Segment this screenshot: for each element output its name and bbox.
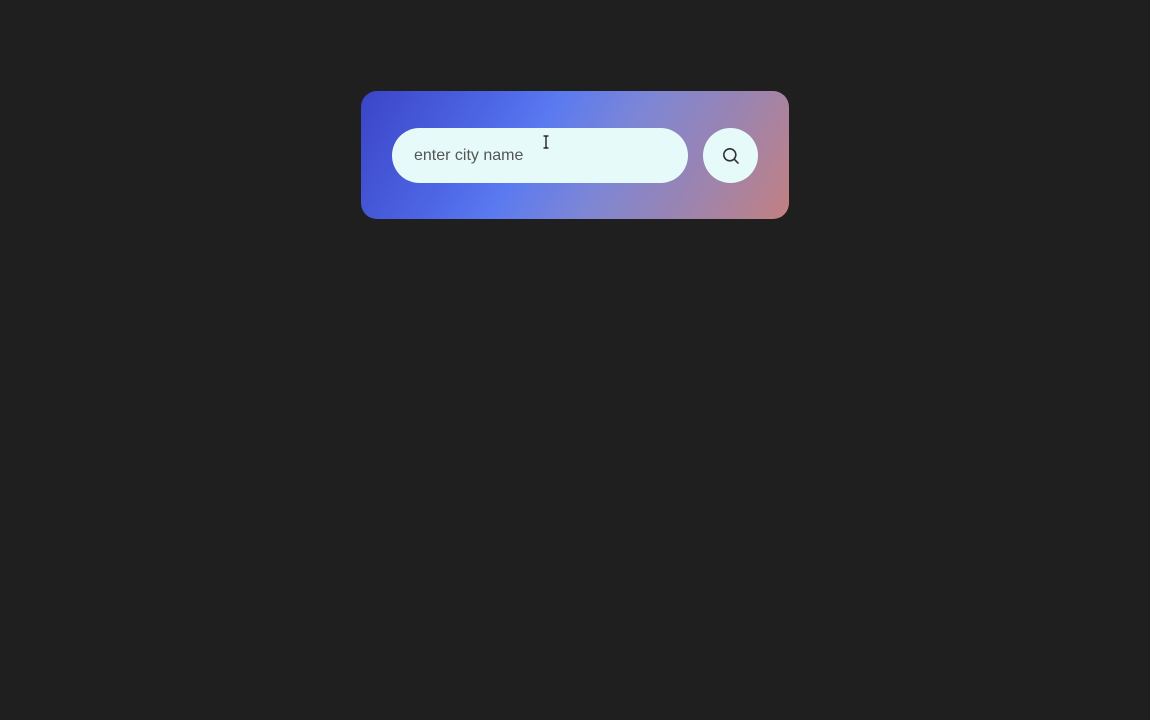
city-search-input[interactable]	[392, 128, 688, 183]
search-icon	[722, 147, 740, 165]
search-card	[361, 91, 789, 219]
page	[0, 0, 1150, 720]
search-button[interactable]	[703, 128, 758, 183]
